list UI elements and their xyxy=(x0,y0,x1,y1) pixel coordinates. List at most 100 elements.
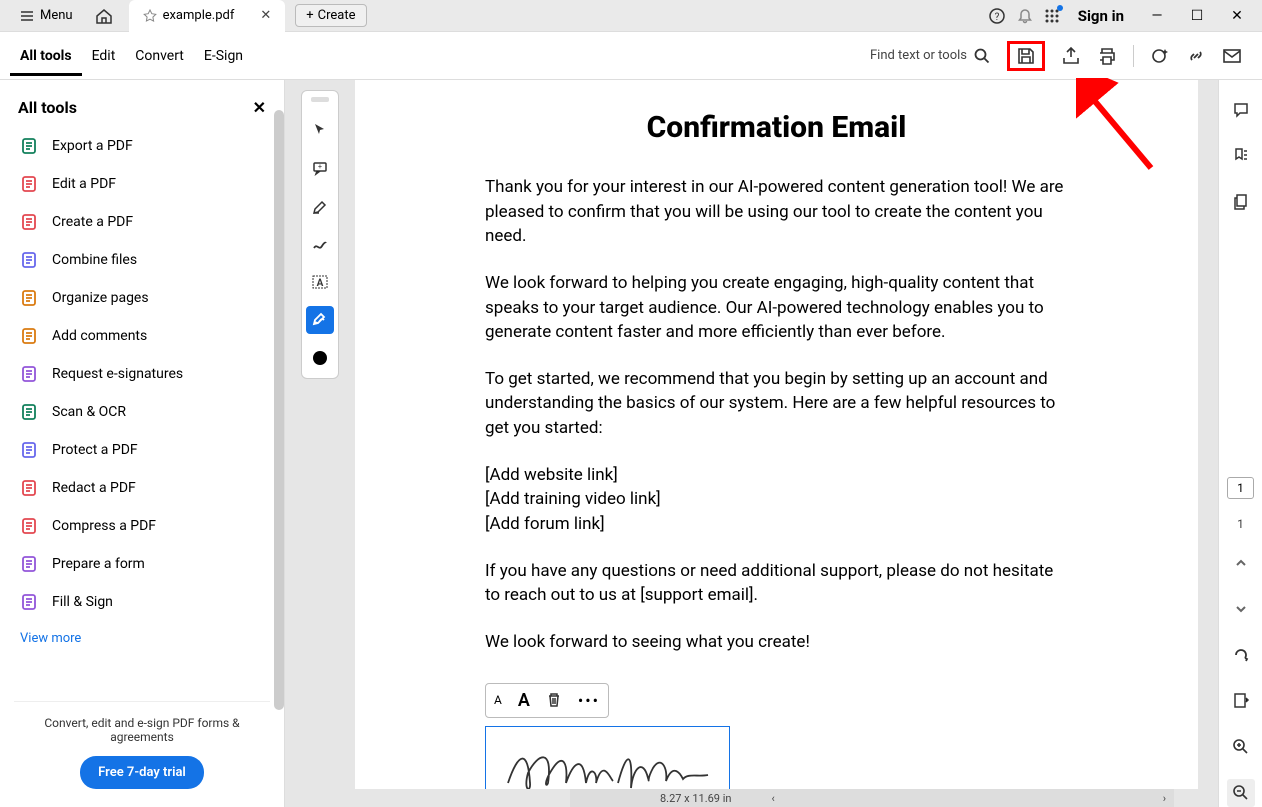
sidebar-scrollbar[interactable] xyxy=(274,110,284,710)
chevron-up-icon xyxy=(1234,556,1248,570)
comments-panel-button[interactable] xyxy=(1227,96,1255,124)
text-tool[interactable]: A xyxy=(306,268,334,296)
help-button[interactable]: ? xyxy=(988,7,1006,25)
thumbnails-panel-button[interactable] xyxy=(1227,188,1255,216)
comment-icon: + xyxy=(312,160,328,176)
sidebar-header: All tools ✕ xyxy=(0,80,284,127)
signature-field[interactable] xyxy=(485,726,730,789)
menu-label: Menu xyxy=(40,8,73,23)
sidebar-item-create-a-pdf[interactable]: Create a PDF xyxy=(8,203,276,241)
color-swatch-icon xyxy=(313,351,327,365)
sidebar-item-organize-pages[interactable]: Organize pages xyxy=(8,279,276,317)
scroll-right-button[interactable]: › xyxy=(1163,792,1166,805)
page-down-button[interactable] xyxy=(1227,595,1255,623)
pdf-page[interactable]: Confirmation Email Thank you for your in… xyxy=(355,80,1198,789)
signature-delete[interactable] xyxy=(546,692,562,708)
menu-button[interactable]: Menu xyxy=(10,4,83,27)
help-icon: ? xyxy=(988,7,1006,25)
tab-convert[interactable]: Convert xyxy=(125,36,194,76)
sidebar-item-label: Protect a PDF xyxy=(52,442,138,458)
sign-tool[interactable] xyxy=(306,306,334,334)
sidebar-item-scan-ocr[interactable]: Scan & OCR xyxy=(8,393,276,431)
email-button[interactable] xyxy=(1222,46,1242,66)
comment-tool[interactable]: + xyxy=(306,154,334,182)
paragraph: To get started, we recommend that you be… xyxy=(485,367,1068,441)
sidebar-item-prepare-a-form[interactable]: Prepare a form xyxy=(8,545,276,583)
signature-size-large[interactable]: A xyxy=(518,690,530,711)
search-area[interactable]: Find text or tools xyxy=(870,47,991,65)
edit-pdf-icon xyxy=(20,174,40,194)
document-tab[interactable]: example.pdf ✕ xyxy=(129,0,286,32)
signature-size-small[interactable]: A xyxy=(494,693,502,707)
redact-pdf-icon xyxy=(20,478,40,498)
window-minimize-button[interactable]: — xyxy=(1142,8,1172,24)
bookmarks-panel-button[interactable] xyxy=(1227,142,1255,170)
share-button[interactable] xyxy=(1061,46,1081,66)
sidebar-item-edit-a-pdf[interactable]: Edit a PDF xyxy=(8,165,276,203)
toolbar-drag-handle[interactable] xyxy=(311,97,329,102)
sidebar-item-combine-files[interactable]: Combine files xyxy=(8,241,276,279)
bell-icon xyxy=(1016,7,1034,25)
sidebar-item-fill-sign[interactable]: Fill & Sign xyxy=(8,583,276,621)
sidebar-item-protect-a-pdf[interactable]: Protect a PDF xyxy=(8,431,276,469)
zoom-in-button[interactable] xyxy=(1227,733,1255,761)
sidebar-title: All tools xyxy=(18,98,77,117)
sidebar-item-add-comments[interactable]: Add comments xyxy=(8,317,276,355)
sidebar-item-request-e-signatures[interactable]: Request e-signatures xyxy=(8,355,276,393)
promo-text: Convert, edit and e-sign PDF forms & agr… xyxy=(24,716,260,744)
window-maximize-button[interactable]: ☐ xyxy=(1182,8,1212,24)
home-button[interactable] xyxy=(87,3,121,29)
link-placeholder: [Add training video link] xyxy=(485,487,1068,512)
draw-icon xyxy=(312,236,328,252)
request-esign-icon xyxy=(20,364,40,384)
save-icon xyxy=(1016,46,1036,66)
organize-pages-icon xyxy=(20,288,40,308)
tab-esign[interactable]: E-Sign xyxy=(194,36,253,76)
select-tool[interactable] xyxy=(306,116,334,144)
notifications-button[interactable] xyxy=(1016,7,1034,25)
tab-close-button[interactable]: ✕ xyxy=(260,8,271,23)
signin-button[interactable]: Sign in xyxy=(1078,7,1124,25)
sidebar-item-label: Organize pages xyxy=(52,290,149,306)
hamburger-icon xyxy=(20,9,34,23)
color-picker[interactable] xyxy=(306,344,334,372)
page-up-button[interactable] xyxy=(1227,549,1255,577)
free-trial-button[interactable]: Free 7-day trial xyxy=(80,756,204,789)
paragraph: We look forward to helping you create en… xyxy=(485,271,1068,345)
save-button[interactable] xyxy=(1007,41,1045,71)
print-button[interactable] xyxy=(1097,46,1117,66)
sidebar-close-button[interactable]: ✕ xyxy=(253,98,266,117)
signature-more[interactable]: ••• xyxy=(578,691,600,710)
sidebar-item-label: Add comments xyxy=(52,328,147,344)
tab-title: example.pdf xyxy=(163,8,235,23)
add-comments-icon xyxy=(20,326,40,346)
zoom-out-button[interactable] xyxy=(1227,779,1255,807)
tab-all-tools[interactable]: All tools xyxy=(10,36,82,76)
ai-button[interactable] xyxy=(1150,46,1170,66)
paragraph: Thank you for your interest in our AI-po… xyxy=(485,175,1068,249)
link-placeholder: [Add forum link] xyxy=(485,512,1068,537)
zoom-in-icon xyxy=(1232,738,1250,756)
rotate-button[interactable] xyxy=(1227,641,1255,669)
email-icon xyxy=(1222,46,1242,66)
link-button[interactable] xyxy=(1186,46,1206,66)
sidebar-item-redact-a-pdf[interactable]: Redact a PDF xyxy=(8,469,276,507)
scan-ocr-icon xyxy=(20,402,40,422)
tab-edit[interactable]: Edit xyxy=(82,36,126,76)
view-more-link[interactable]: View more xyxy=(8,621,276,656)
right-rail: 1 1 xyxy=(1218,80,1262,807)
combine-files-icon xyxy=(20,250,40,270)
draw-tool[interactable] xyxy=(306,230,334,258)
sidebar-item-compress-a-pdf[interactable]: Compress a PDF xyxy=(8,507,276,545)
trash-icon xyxy=(546,692,562,708)
current-page-input[interactable]: 1 xyxy=(1227,477,1254,499)
fit-page-button[interactable] xyxy=(1227,687,1255,715)
sidebar-item-label: Scan & OCR xyxy=(52,404,126,420)
highlight-tool[interactable] xyxy=(306,192,334,220)
sidebar-item-export-a-pdf[interactable]: Export a PDF xyxy=(8,127,276,165)
apps-button[interactable] xyxy=(1044,8,1060,24)
window-close-button[interactable]: ✕ xyxy=(1222,8,1252,24)
create-button[interactable]: + Create xyxy=(295,4,366,27)
scroll-left-button[interactable]: ‹ xyxy=(771,792,774,805)
pages-icon xyxy=(1232,193,1250,211)
